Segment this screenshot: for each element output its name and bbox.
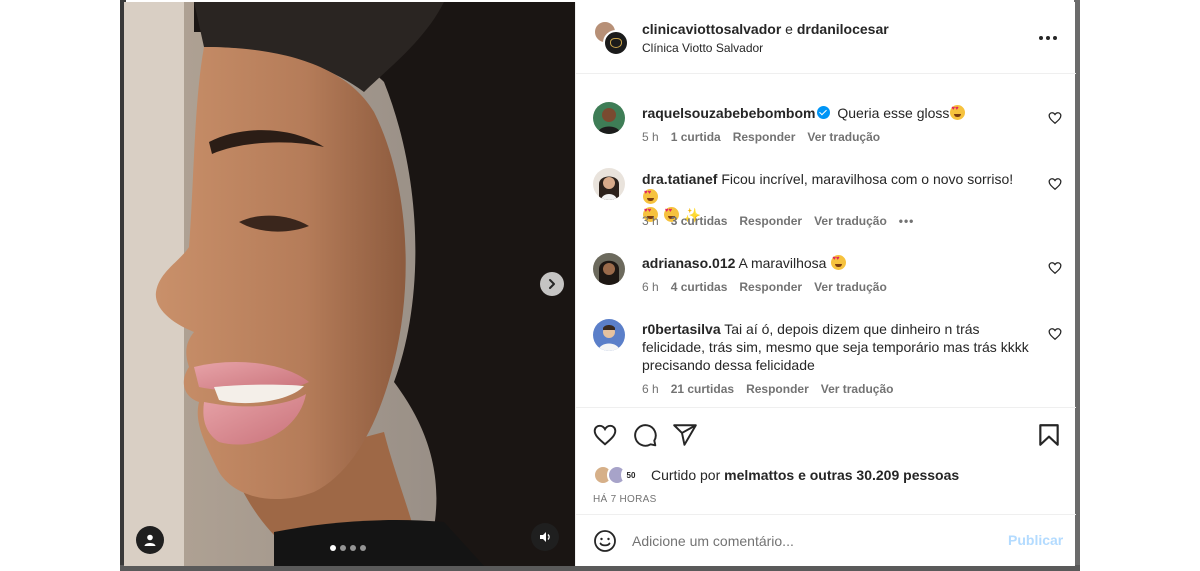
- avatar: 50: [621, 465, 641, 485]
- likes-count-link[interactable]: e outras 30.209 pessoas: [798, 467, 959, 483]
- reply-button[interactable]: Responder: [739, 280, 802, 294]
- send-icon[interactable]: [672, 422, 698, 448]
- translate-button[interactable]: Ver tradução: [821, 382, 894, 396]
- comment-input[interactable]: [632, 529, 992, 553]
- comment-meta: 6 h 4 curtidas Responder Ver tradução: [642, 280, 887, 294]
- reply-button[interactable]: Responder: [739, 214, 802, 228]
- carousel-dot: [360, 545, 366, 551]
- translate-button[interactable]: Ver tradução: [814, 214, 887, 228]
- comment-text: r0bertasilva Tai aí ó, depois dizem que …: [642, 320, 1032, 374]
- speaker-icon: [540, 532, 550, 542]
- carousel-indicator: [330, 545, 366, 551]
- heart-eyes-emoji-icon: [950, 105, 966, 120]
- instagram-post-modal: clinicaviottosalvador e drdanilocesar Cl…: [0, 0, 1200, 571]
- more-options-button[interactable]: [1036, 28, 1060, 48]
- comment-username[interactable]: dra.tatianef: [642, 171, 717, 187]
- post-details-panel: clinicaviottosalvador e drdanilocesar Cl…: [575, 2, 1076, 566]
- post-actions: 50 Curtido por melmattos e outras 30.209…: [576, 407, 1076, 515]
- comment-time[interactable]: 6 h: [642, 382, 659, 396]
- location-link[interactable]: Clínica Viotto Salvador: [642, 41, 763, 55]
- carousel-dot: [330, 545, 336, 551]
- carousel-dot: [340, 545, 346, 551]
- author-avatars[interactable]: [593, 20, 629, 56]
- avatar: [593, 102, 625, 134]
- publish-button[interactable]: Publicar: [1008, 532, 1063, 548]
- reply-button[interactable]: Responder: [746, 382, 809, 396]
- comment-composer: Publicar: [576, 514, 1076, 566]
- more-horizontal-icon: [1039, 36, 1043, 40]
- comment-time[interactable]: 6 h: [642, 280, 659, 294]
- heart-eyes-emoji-icon: [643, 189, 658, 204]
- audio-toggle-button[interactable]: [531, 523, 559, 551]
- heart-eyes-emoji-icon: [831, 255, 847, 270]
- chevron-right-icon: [549, 279, 555, 289]
- post-media[interactable]: [124, 2, 575, 566]
- author-connector: e: [785, 21, 793, 37]
- heart-icon[interactable]: [1048, 111, 1062, 125]
- avatar[interactable]: [603, 30, 629, 56]
- heart-icon[interactable]: [1048, 261, 1062, 275]
- comment-time[interactable]: 5 h: [642, 130, 659, 144]
- more-horizontal-icon: [1046, 36, 1050, 40]
- post-header: clinicaviottosalvador e drdanilocesar Cl…: [576, 2, 1076, 74]
- comment-likes-count[interactable]: 3 curtidas: [671, 214, 728, 228]
- comment-content: A maravilhosa: [738, 255, 827, 271]
- user-tag-icon: [144, 534, 156, 546]
- avatar[interactable]: [593, 102, 625, 134]
- liked-by[interactable]: 50 Curtido por melmattos e outras 30.209…: [593, 463, 959, 487]
- comment-username[interactable]: r0bertasilva: [642, 321, 721, 337]
- comment-text: adrianaso.012 A maravilhosa: [642, 254, 1032, 272]
- next-media-button[interactable]: [540, 272, 564, 296]
- likes-summary: Curtido por melmattos e outras 30.209 pe…: [651, 467, 959, 483]
- translate-button[interactable]: Ver tradução: [807, 130, 880, 144]
- post-authors: clinicaviottosalvador e drdanilocesar: [642, 21, 889, 37]
- coauthor-link[interactable]: drdanilocesar: [797, 21, 889, 37]
- heart-icon[interactable]: [592, 422, 618, 448]
- comment-likes-count[interactable]: 21 curtidas: [671, 382, 734, 396]
- comments-list[interactable]: raquelsouzabebebombom Queria esse gloss …: [576, 75, 1076, 407]
- avatar[interactable]: [593, 168, 625, 200]
- comment-time[interactable]: 3 h: [642, 214, 659, 228]
- heart-icon[interactable]: [1048, 177, 1062, 191]
- author-link[interactable]: clinicaviottosalvador: [642, 21, 781, 37]
- avatar[interactable]: [593, 253, 625, 285]
- comment-content: Ficou incrível, maravilhosa com o novo s…: [721, 171, 1014, 187]
- comment-text: raquelsouzabebebombom Queria esse gloss: [642, 104, 1032, 122]
- comment-meta: 6 h 21 curtidas Responder Ver tradução: [642, 382, 893, 396]
- comment-icon[interactable]: [632, 422, 658, 448]
- bookmark-icon[interactable]: [1036, 422, 1062, 448]
- carousel-dot: [350, 545, 356, 551]
- comment-meta: 5 h 1 curtida Responder Ver tradução: [642, 130, 880, 144]
- translate-button[interactable]: Ver tradução: [814, 280, 887, 294]
- comment-meta: 3 h 3 curtidas Responder Ver tradução ••…: [642, 214, 914, 228]
- clinic-logo-icon: [610, 38, 622, 48]
- verified-badge-icon: [817, 106, 831, 119]
- reply-button[interactable]: Responder: [733, 130, 796, 144]
- comment-options-button[interactable]: •••: [899, 214, 915, 228]
- comment-likes-count[interactable]: 1 curtida: [671, 130, 721, 144]
- heart-icon[interactable]: [1048, 327, 1062, 341]
- post-photo: [124, 2, 575, 566]
- likes-prefix: Curtido por: [651, 467, 721, 483]
- avatar: [593, 168, 625, 200]
- post-timestamp[interactable]: HÁ 7 HORAS: [593, 494, 657, 505]
- more-horizontal-icon: [1053, 36, 1057, 40]
- comment-username[interactable]: raquelsouzabebebombom: [642, 105, 815, 121]
- avatar: [593, 319, 625, 351]
- avatar: [593, 253, 625, 285]
- comment-username[interactable]: adrianaso.012: [642, 255, 735, 271]
- tagged-users-button[interactable]: [136, 526, 164, 554]
- smiley-icon[interactable]: [593, 529, 617, 553]
- comment-likes-count[interactable]: 4 curtidas: [671, 280, 728, 294]
- liker-username[interactable]: melmattos: [724, 467, 794, 483]
- comment-content: Queria esse gloss: [837, 105, 950, 121]
- avatar[interactable]: [593, 319, 625, 351]
